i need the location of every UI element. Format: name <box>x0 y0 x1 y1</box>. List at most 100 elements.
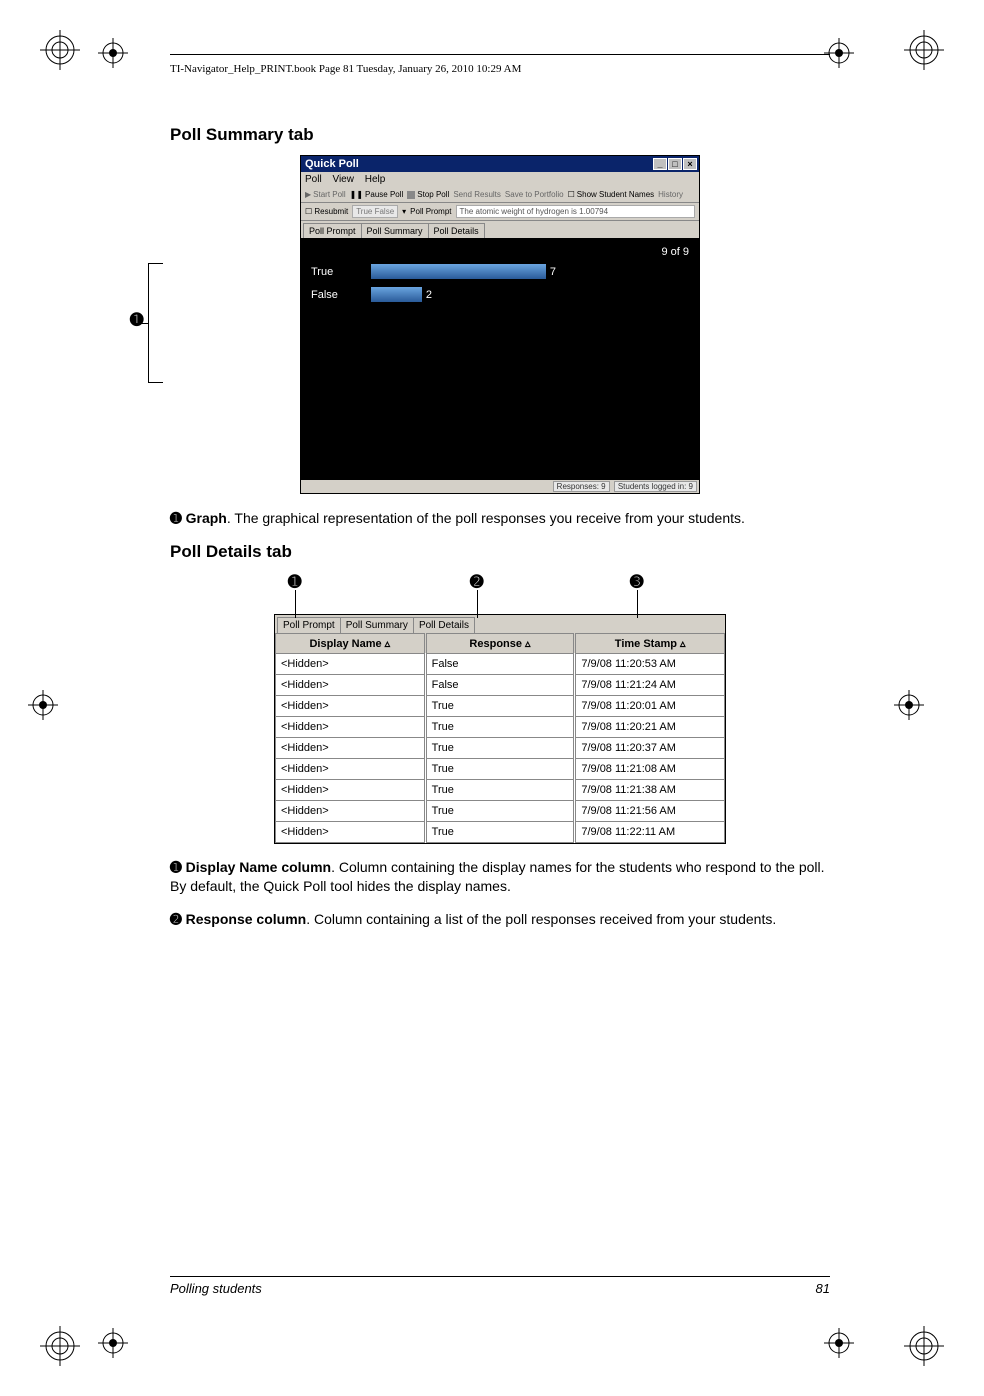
table-row[interactable]: <Hidden>True7/9/08 11:20:37 AM <box>276 737 725 758</box>
callout-line-1 <box>295 590 296 618</box>
poll-type-select[interactable]: True False <box>352 205 398 218</box>
send-results-button[interactable]: Send Results <box>453 190 501 199</box>
cell-timestamp: 7/9/08 11:20:53 AM <box>575 653 725 674</box>
cell-response: True <box>425 821 575 842</box>
cell-timestamp: 7/9/08 11:20:01 AM <box>575 695 725 716</box>
header-time-stamp[interactable]: Time Stamp ▵ <box>575 633 725 653</box>
cell-timestamp: 7/9/08 11:21:38 AM <box>575 779 725 800</box>
bar-false <box>371 287 422 302</box>
crosshair-ml <box>28 690 58 720</box>
cell-display-name: <Hidden> <box>276 716 426 737</box>
poll-prompt-label: Poll Prompt <box>410 207 451 216</box>
toolbar-row-2: ☐ Resubmit True False ▾ Poll Prompt The … <box>301 203 699 221</box>
section-title-details: Poll Details tab <box>170 542 830 562</box>
pause-poll-button[interactable]: ❚❚ Pause Poll <box>350 190 404 199</box>
details-tab-summary[interactable]: Poll Summary <box>340 617 414 633</box>
close-button[interactable]: × <box>683 158 697 170</box>
footer-section: Polling students <box>170 1281 262 1296</box>
display-name-description: ➊ Display Name column. Column containing… <box>170 858 830 896</box>
cell-timestamp: 7/9/08 11:20:21 AM <box>575 716 725 737</box>
table-row[interactable]: <Hidden>True7/9/08 11:20:01 AM <box>276 695 725 716</box>
crosshair-br <box>824 1328 854 1358</box>
details-tab-details[interactable]: Poll Details <box>413 617 475 633</box>
cell-display-name: <Hidden> <box>276 800 426 821</box>
tab-poll-summary[interactable]: Poll Summary <box>361 223 429 238</box>
cell-response: True <box>425 737 575 758</box>
dropdown-arrow-icon[interactable]: ▾ <box>402 207 406 216</box>
callout-line-3 <box>637 590 638 618</box>
minimize-button[interactable]: _ <box>653 158 667 170</box>
cell-response: False <box>425 674 575 695</box>
cell-response: True <box>425 716 575 737</box>
bar-value-true: 7 <box>550 266 556 278</box>
figure-poll-details: ➊ ➋ ➌ Poll PromptPoll SummaryPoll Detail… <box>170 572 830 844</box>
menubar: Poll View Help <box>301 172 699 187</box>
regmark-tl <box>40 30 80 70</box>
start-poll-button[interactable]: ▶ Start Poll <box>305 190 346 199</box>
maximize-button[interactable]: □ <box>668 158 682 170</box>
response-desc-lead: ➋ Response column <box>170 911 306 927</box>
meta-rule <box>170 54 830 55</box>
cell-response: True <box>425 779 575 800</box>
callout-details-1: ➊ <box>288 572 301 592</box>
cell-response: False <box>425 653 575 674</box>
status-responses: Responses: 9 <box>553 481 610 492</box>
toolbar: ▶ Start Poll ❚❚ Pause Poll Stop Poll Sen… <box>301 187 699 203</box>
cell-timestamp: 7/9/08 11:22:11 AM <box>575 821 725 842</box>
stop-poll-button[interactable]: Stop Poll <box>407 190 449 199</box>
regmark-tr <box>904 30 944 70</box>
response-counter: 9 of 9 <box>311 246 689 258</box>
history-button[interactable]: History <box>658 190 683 199</box>
details-tabs: Poll PromptPoll SummaryPoll Details <box>275 615 725 633</box>
window-title: Quick Poll <box>305 158 359 170</box>
show-student-names-checkbox[interactable]: ☐ Show Student Names <box>568 190 655 199</box>
callout-1-stem <box>133 323 148 324</box>
header-display-name[interactable]: Display Name ▵ <box>276 633 426 653</box>
cell-response: True <box>425 695 575 716</box>
response-column-description: ➋ Response column. Column containing a l… <box>170 910 830 929</box>
cell-timestamp: 7/9/08 11:20:37 AM <box>575 737 725 758</box>
table-row[interactable]: <Hidden>False7/9/08 11:21:24 AM <box>276 674 725 695</box>
graph-desc-lead: ➊ Graph <box>170 510 227 526</box>
table-row[interactable]: <Hidden>False7/9/08 11:20:53 AM <box>276 653 725 674</box>
tabs: Poll PromptPoll SummaryPoll Details <box>301 221 699 238</box>
poll-prompt-input[interactable]: The atomic weight of hydrogen is 1.00794 <box>456 205 695 218</box>
graph-desc-body: . The graphical representation of the po… <box>227 510 745 526</box>
table-row[interactable]: <Hidden>True7/9/08 11:22:11 AM <box>276 821 725 842</box>
bar-value-false: 2 <box>426 289 432 301</box>
callout-1: ➊ <box>130 310 143 330</box>
crosshair-mr <box>894 690 924 720</box>
table-row[interactable]: <Hidden>True7/9/08 11:21:38 AM <box>276 779 725 800</box>
statusbar: Responses: 9 Students logged in: 9 <box>301 480 699 493</box>
tab-poll-prompt[interactable]: Poll Prompt <box>303 223 362 238</box>
tab-poll-details[interactable]: Poll Details <box>428 223 485 238</box>
bar-label-false: False <box>311 289 371 301</box>
header-response[interactable]: Response ▵ <box>425 633 575 653</box>
callout-line-2 <box>477 590 478 618</box>
cell-timestamp: 7/9/08 11:21:24 AM <box>575 674 725 695</box>
regmark-br <box>904 1326 944 1366</box>
titlebar: Quick Poll _ □ × <box>301 156 699 172</box>
crosshair-bl <box>98 1328 128 1358</box>
display-desc-lead: ➊ Display Name column <box>170 859 331 875</box>
menu-poll[interactable]: Poll <box>305 174 322 185</box>
cell-timestamp: 7/9/08 11:21:08 AM <box>575 758 725 779</box>
quickpoll-window: Quick Poll _ □ × Poll View Help ▶ Start … <box>300 155 700 494</box>
menu-help[interactable]: Help <box>365 174 386 185</box>
details-tab-prompt[interactable]: Poll Prompt <box>277 617 341 633</box>
section-title-summary: Poll Summary tab <box>170 125 830 145</box>
save-portfolio-button[interactable]: Save to Portfolio <box>505 190 564 199</box>
callout-details-2: ➋ <box>470 572 483 592</box>
table-row[interactable]: <Hidden>True7/9/08 11:21:56 AM <box>276 800 725 821</box>
cell-response: True <box>425 758 575 779</box>
cell-display-name: <Hidden> <box>276 653 426 674</box>
resubmit-checkbox[interactable]: ☐ Resubmit <box>305 207 348 216</box>
bar-true <box>371 264 546 279</box>
menu-view[interactable]: View <box>332 174 354 185</box>
bar-row-false: False 2 <box>311 287 689 302</box>
bar-row-true: True 7 <box>311 264 689 279</box>
crosshair-tl <box>98 38 128 68</box>
table-row[interactable]: <Hidden>True7/9/08 11:21:08 AM <box>276 758 725 779</box>
footer-page-number: 81 <box>816 1281 830 1296</box>
table-row[interactable]: <Hidden>True7/9/08 11:20:21 AM <box>276 716 725 737</box>
